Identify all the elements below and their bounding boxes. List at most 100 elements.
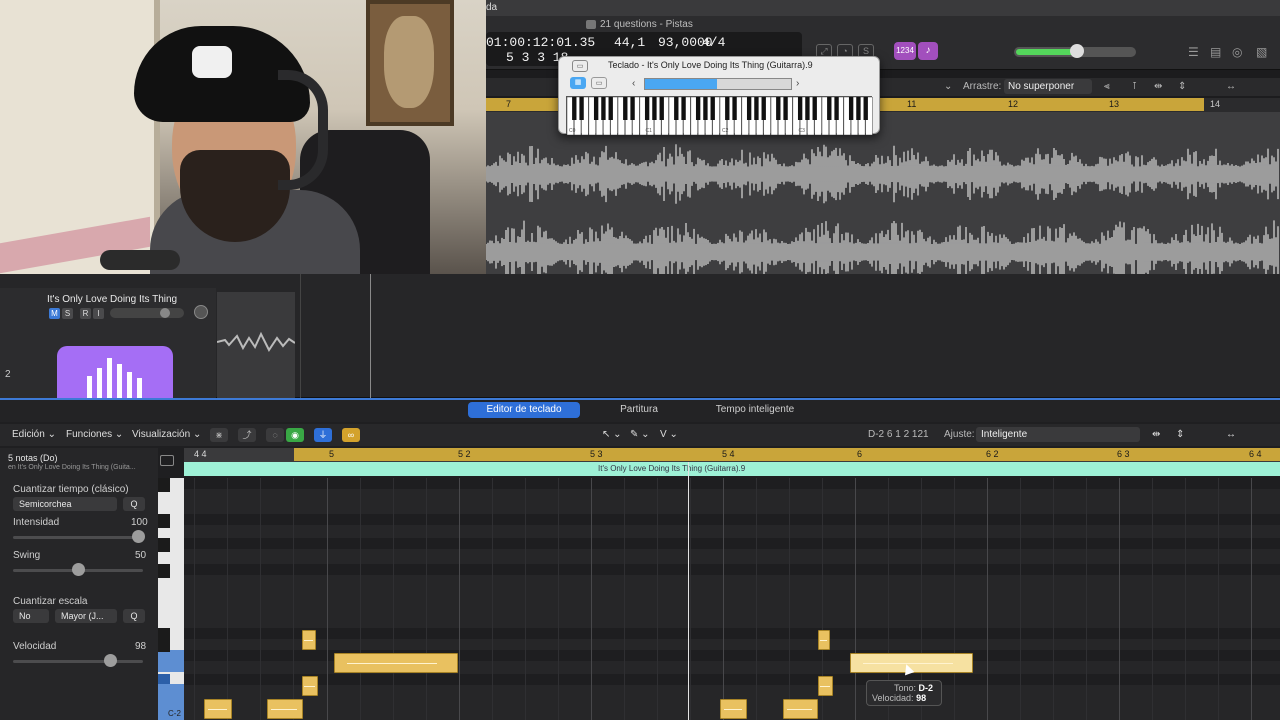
midi-note[interactable]: [204, 699, 232, 719]
midi-note[interactable]: [267, 699, 303, 719]
midi-note[interactable]: [302, 676, 318, 696]
vertical-zoom-icon[interactable]: ⇕: [1176, 429, 1184, 440]
black-key[interactable]: [863, 97, 868, 120]
track-name[interactable]: It's Only Love Doing Its Thing: [47, 294, 177, 305]
piano-roll-cycle[interactable]: [294, 448, 1280, 461]
midi-note[interactable]: [302, 630, 316, 650]
metronome-icon[interactable]: ♪: [918, 42, 938, 60]
black-key[interactable]: [158, 538, 170, 552]
scale-type-select[interactable]: Mayor (J...: [55, 609, 117, 623]
black-key[interactable]: [732, 97, 737, 120]
black-key[interactable]: [652, 97, 657, 120]
pointer-tool-icon[interactable]: ↖ ⌄: [602, 429, 622, 440]
scale-root-select[interactable]: No: [13, 609, 49, 623]
playhead[interactable]: [688, 462, 689, 720]
quantize-button[interactable]: Q: [123, 497, 145, 511]
view-menu[interactable]: Visualización ⌄: [132, 429, 201, 440]
midi-note[interactable]: [334, 653, 458, 673]
black-key[interactable]: [623, 97, 628, 120]
piano-keyboard[interactable]: C-2: [158, 478, 184, 720]
piano-roll-grid[interactable]: [184, 478, 1280, 720]
black-key[interactable]: [695, 97, 701, 120]
octave-down-icon[interactable]: ‹: [632, 78, 635, 89]
strength-slider[interactable]: [13, 536, 143, 539]
automation-icon[interactable]: ⤴: [238, 428, 256, 442]
midi-note[interactable]: [818, 630, 830, 650]
pencil-tool-icon[interactable]: ✎ ⌄: [630, 429, 650, 440]
swing-knob[interactable]: [72, 563, 85, 576]
audio-region-small[interactable]: [216, 292, 296, 398]
record-button[interactable]: R: [80, 308, 91, 319]
browser-icon[interactable]: ▧: [1256, 45, 1267, 59]
black-key[interactable]: [158, 564, 170, 578]
region-inspector-icon[interactable]: [160, 455, 174, 466]
black-key[interactable]: [644, 97, 650, 120]
black-key[interactable]: [158, 674, 170, 684]
black-key[interactable]: [608, 97, 613, 120]
edit-menu[interactable]: Edición ⌄: [12, 429, 56, 440]
black-key[interactable]: [158, 478, 170, 492]
vertical-zoom-icon[interactable]: ⇕: [1178, 81, 1186, 92]
black-key[interactable]: [848, 97, 854, 120]
count-in-button[interactable]: 1234: [894, 42, 916, 60]
keyboard-range-bar[interactable]: [644, 78, 792, 90]
notepad-icon[interactable]: ▤: [1210, 45, 1221, 59]
keyboard-window-icon[interactable]: ▭: [572, 60, 588, 72]
catch-icon[interactable]: ⏚: [314, 428, 332, 442]
black-key[interactable]: [674, 97, 679, 120]
octave-up-icon[interactable]: ›: [796, 78, 799, 89]
black-key[interactable]: [761, 97, 766, 120]
zoom-fit-icon[interactable]: ⇹: [1154, 81, 1162, 92]
tab-smart-tempo[interactable]: Tempo inteligente: [700, 402, 810, 418]
audio-region[interactable]: [486, 112, 1280, 292]
drag-chevron-icon[interactable]: ⌄: [944, 81, 952, 92]
master-volume-knob[interactable]: [1070, 44, 1084, 58]
caps-keyboard-icon[interactable]: ▭: [591, 77, 607, 89]
black-key[interactable]: [601, 97, 606, 120]
track-volume-knob[interactable]: [160, 308, 170, 318]
black-key[interactable]: [579, 97, 584, 120]
black-key[interactable]: [593, 97, 599, 120]
black-key[interactable]: [158, 514, 170, 528]
black-key[interactable]: [681, 97, 686, 120]
black-key[interactable]: [827, 97, 832, 120]
black-key[interactable]: [659, 97, 664, 120]
midi-in-icon[interactable]: ⋇: [210, 428, 228, 442]
black-key[interactable]: [754, 97, 759, 120]
keyboard-mode-icon[interactable]: ▦: [570, 77, 586, 89]
midi-note[interactable]: [818, 676, 833, 696]
black-key[interactable]: [812, 97, 817, 120]
velocity-knob[interactable]: [104, 654, 117, 667]
black-key[interactable]: [797, 97, 803, 120]
tab-piano-roll[interactable]: Editor de teclado: [468, 402, 580, 418]
black-key[interactable]: [856, 97, 861, 120]
black-key[interactable]: [158, 638, 170, 652]
list-editors-icon[interactable]: ☰: [1188, 45, 1199, 59]
black-key[interactable]: [805, 97, 810, 120]
master-volume-slider[interactable]: [1014, 44, 1136, 58]
fit-icon[interactable]: ⇹: [1152, 429, 1160, 440]
quantize-value-select[interactable]: Semicorchea: [13, 497, 117, 511]
tab-score[interactable]: Partitura: [598, 402, 680, 418]
fit-icon[interactable]: ⊺: [1132, 81, 1137, 92]
horizontal-zoom-icon[interactable]: ↔: [1226, 429, 1236, 440]
midi-out-icon[interactable]: ◌: [266, 428, 284, 442]
black-key[interactable]: [710, 97, 715, 120]
input-monitor-button[interactable]: I: [93, 308, 104, 319]
velocity-slider[interactable]: [13, 660, 143, 663]
black-key[interactable]: [725, 97, 730, 120]
mute-button[interactable]: M: [49, 308, 60, 319]
black-key[interactable]: [746, 97, 752, 120]
black-key[interactable]: [630, 97, 635, 120]
velocity-tool-icon[interactable]: V ⌄: [660, 429, 678, 440]
waveform-zoom-icon[interactable]: ⫷: [1104, 81, 1110, 92]
track-icon[interactable]: [57, 346, 173, 398]
playhead[interactable]: [370, 274, 371, 398]
horizontal-zoom-icon[interactable]: ↔: [1226, 81, 1236, 92]
black-key[interactable]: [572, 97, 577, 120]
track-pan-knob[interactable]: [194, 305, 208, 319]
strength-knob[interactable]: [132, 530, 145, 543]
keyboard-keys[interactable]: C0 C1 C2 C3: [566, 96, 873, 136]
midi-thru-icon[interactable]: ◉: [286, 428, 304, 442]
solo-button[interactable]: S: [62, 308, 73, 319]
